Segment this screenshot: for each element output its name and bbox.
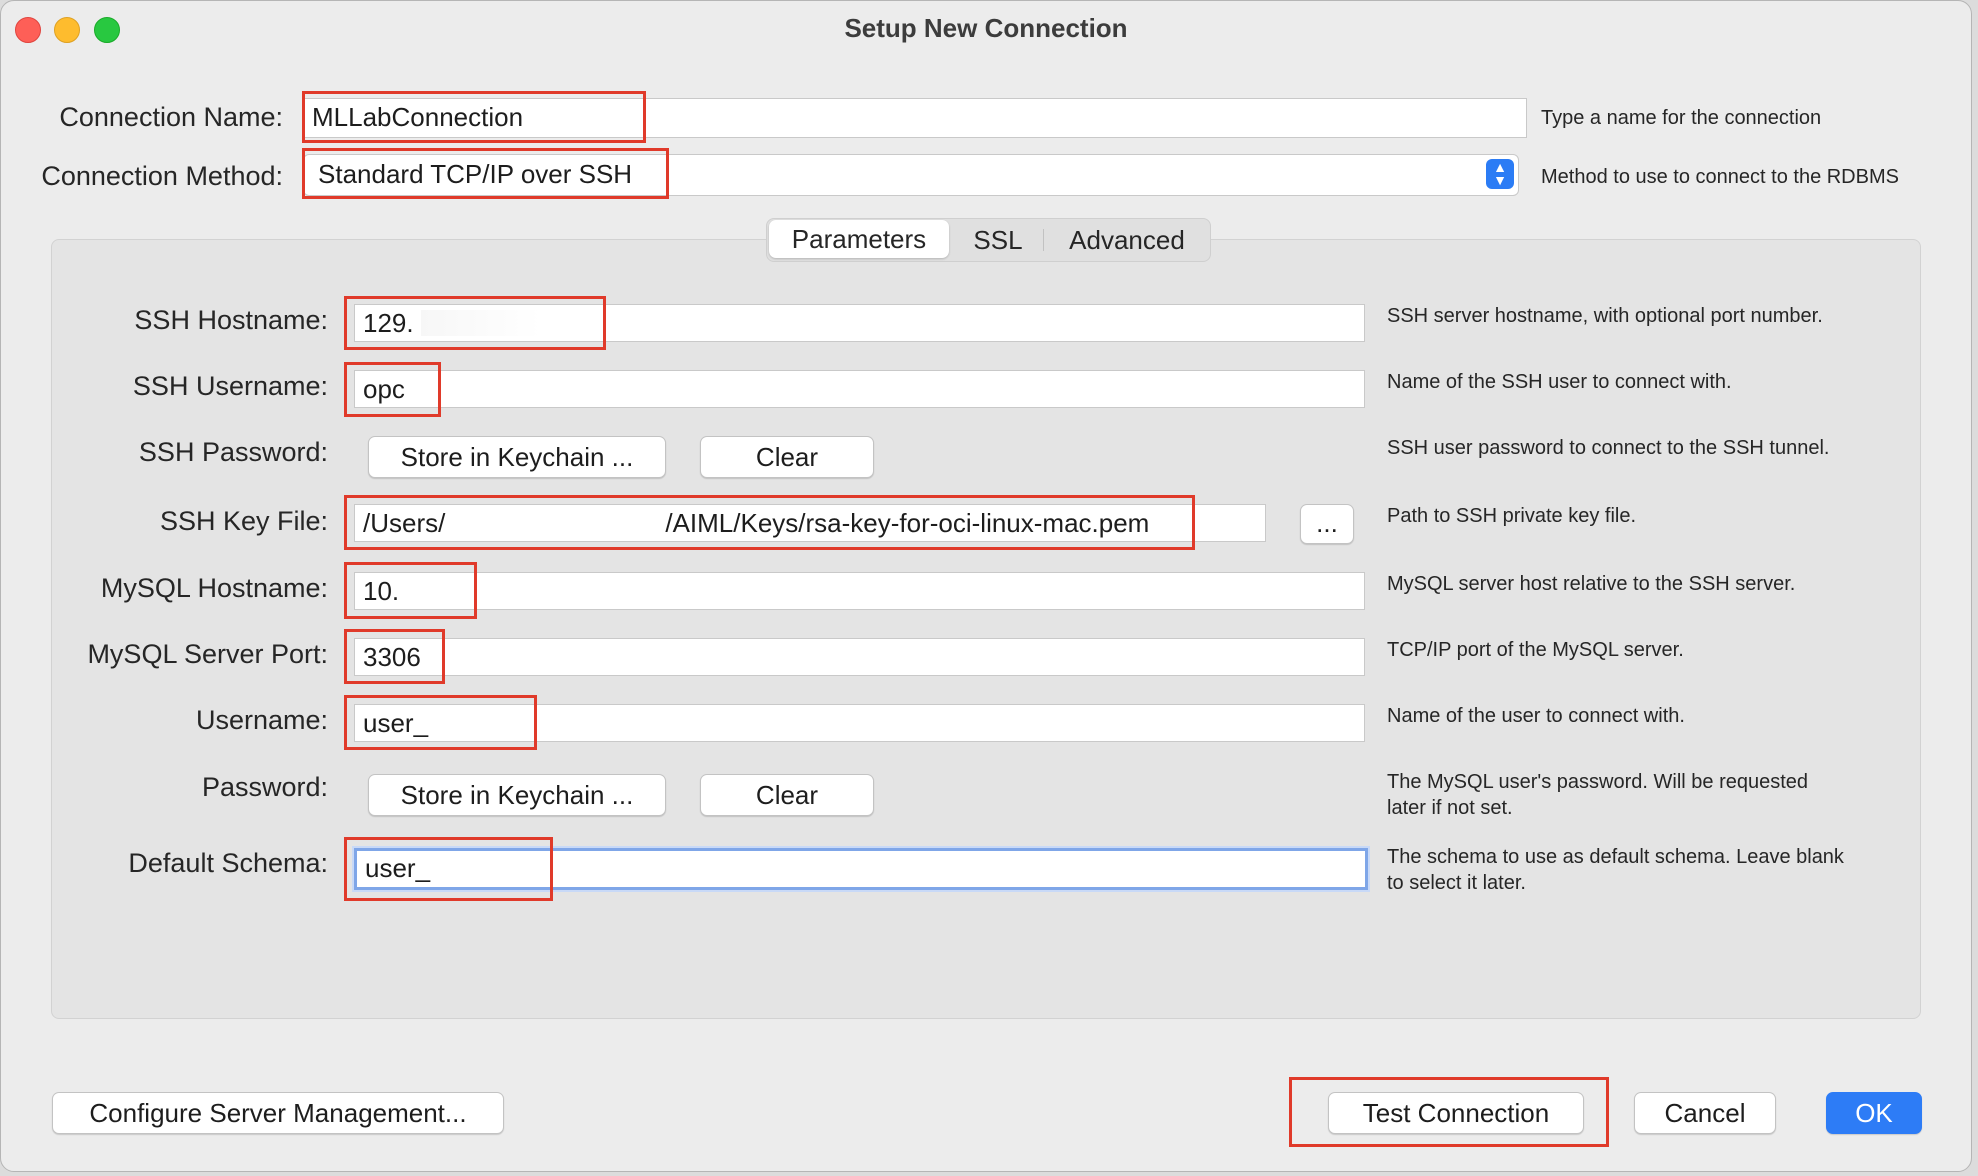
- mysql-hostname-hint: MySQL server host relative to the SSH se…: [1387, 573, 1796, 595]
- tab-parameters[interactable]: Parameters: [769, 220, 949, 258]
- mysql-hostname-label: MySQL Hostname:: [100, 573, 328, 603]
- ssh-hostname-hint: SSH server hostname, with optional port …: [1387, 305, 1823, 327]
- username-input[interactable]: user_: [354, 704, 1365, 742]
- ssh-clear-password-button[interactable]: Clear: [700, 436, 874, 478]
- connection-method-hint: Method to use to connect to the RDBMS: [1541, 166, 1899, 188]
- connection-name-hint: Type a name for the connection: [1541, 107, 1822, 129]
- default-schema-hint-2: to select it later.: [1387, 872, 1526, 894]
- connection-name-input[interactable]: MLLabConnection: [303, 98, 1527, 138]
- tab-separator: [1043, 229, 1044, 251]
- password-hint-2: later if not set.: [1387, 797, 1513, 819]
- mysql-hostname-input[interactable]: 10.: [354, 572, 1365, 610]
- default-schema-hint-1: The schema to use as default schema. Lea…: [1387, 846, 1844, 868]
- default-schema-label: Default Schema:: [128, 848, 328, 878]
- redacted-region: [421, 310, 541, 336]
- ssh-keyfile-input[interactable]: /Users/ /AIML/Keys/rsa-key-for-oci-linux-…: [354, 504, 1266, 542]
- ssh-keyfile-label: SSH Key File:: [159, 506, 328, 536]
- username-label: Username:: [195, 705, 328, 735]
- ssh-keyfile-hint: Path to SSH private key file.: [1387, 505, 1637, 527]
- configure-server-management-button[interactable]: Configure Server Management...: [52, 1092, 504, 1134]
- close-window-button[interactable]: [15, 17, 41, 43]
- clear-password-button[interactable]: Clear: [700, 774, 874, 816]
- connection-method-value: Standard TCP/IP over SSH: [318, 159, 633, 189]
- password-hint-1: The MySQL user's password. Will be reque…: [1387, 771, 1809, 793]
- updown-chevron-icon: ▲ ▼: [1486, 159, 1514, 189]
- mysql-port-hint: TCP/IP port of the MySQL server.: [1387, 639, 1684, 661]
- connection-method-label: Connection Method:: [41, 161, 283, 191]
- ssh-store-keychain-button[interactable]: Store in Keychain ...: [368, 436, 666, 478]
- window-title: Setup New Connection: [844, 13, 1128, 43]
- default-schema-input[interactable]: user_: [354, 848, 1368, 890]
- connection-name-label: Connection Name:: [59, 102, 283, 132]
- username-hint: Name of the user to connect with.: [1387, 705, 1685, 727]
- tab-bar: Parameters SSL Advanced: [766, 218, 1211, 262]
- mysql-port-input[interactable]: 3306: [354, 638, 1365, 676]
- ssh-username-hint: Name of the SSH user to connect with.: [1387, 371, 1732, 393]
- ssh-hostname-label: SSH Hostname:: [134, 305, 328, 335]
- setup-connection-window: Setup New Connection Connection Name: ML…: [0, 0, 1972, 1172]
- mysql-port-label: MySQL Server Port:: [87, 639, 328, 669]
- tab-ssl[interactable]: SSL: [953, 219, 1043, 261]
- store-keychain-button[interactable]: Store in Keychain ...: [368, 774, 666, 816]
- ssh-username-label: SSH Username:: [132, 371, 328, 401]
- ssh-password-hint: SSH user password to connect to the SSH …: [1387, 437, 1830, 459]
- cancel-button[interactable]: Cancel: [1634, 1092, 1776, 1134]
- ssh-username-input[interactable]: opc: [354, 370, 1365, 408]
- maximize-window-button[interactable]: [94, 17, 120, 43]
- ssh-password-label: SSH Password:: [138, 437, 328, 467]
- ok-button[interactable]: OK: [1826, 1092, 1922, 1134]
- test-connection-button[interactable]: Test Connection: [1328, 1092, 1584, 1134]
- connection-method-select[interactable]: Standard TCP/IP over SSH ▲ ▼: [303, 154, 1519, 196]
- tab-advanced[interactable]: Advanced: [1047, 219, 1207, 261]
- minimize-window-button[interactable]: [54, 17, 80, 43]
- password-label: Password:: [201, 772, 328, 802]
- ssh-keyfile-path-start: /Users/: [363, 508, 446, 538]
- ssh-keyfile-path-end: /AIML/Keys/rsa-key-for-oci-linux-mac.pem: [665, 508, 1150, 538]
- browse-keyfile-button[interactable]: ...: [1300, 504, 1354, 544]
- parameters-panel: [51, 239, 1921, 1019]
